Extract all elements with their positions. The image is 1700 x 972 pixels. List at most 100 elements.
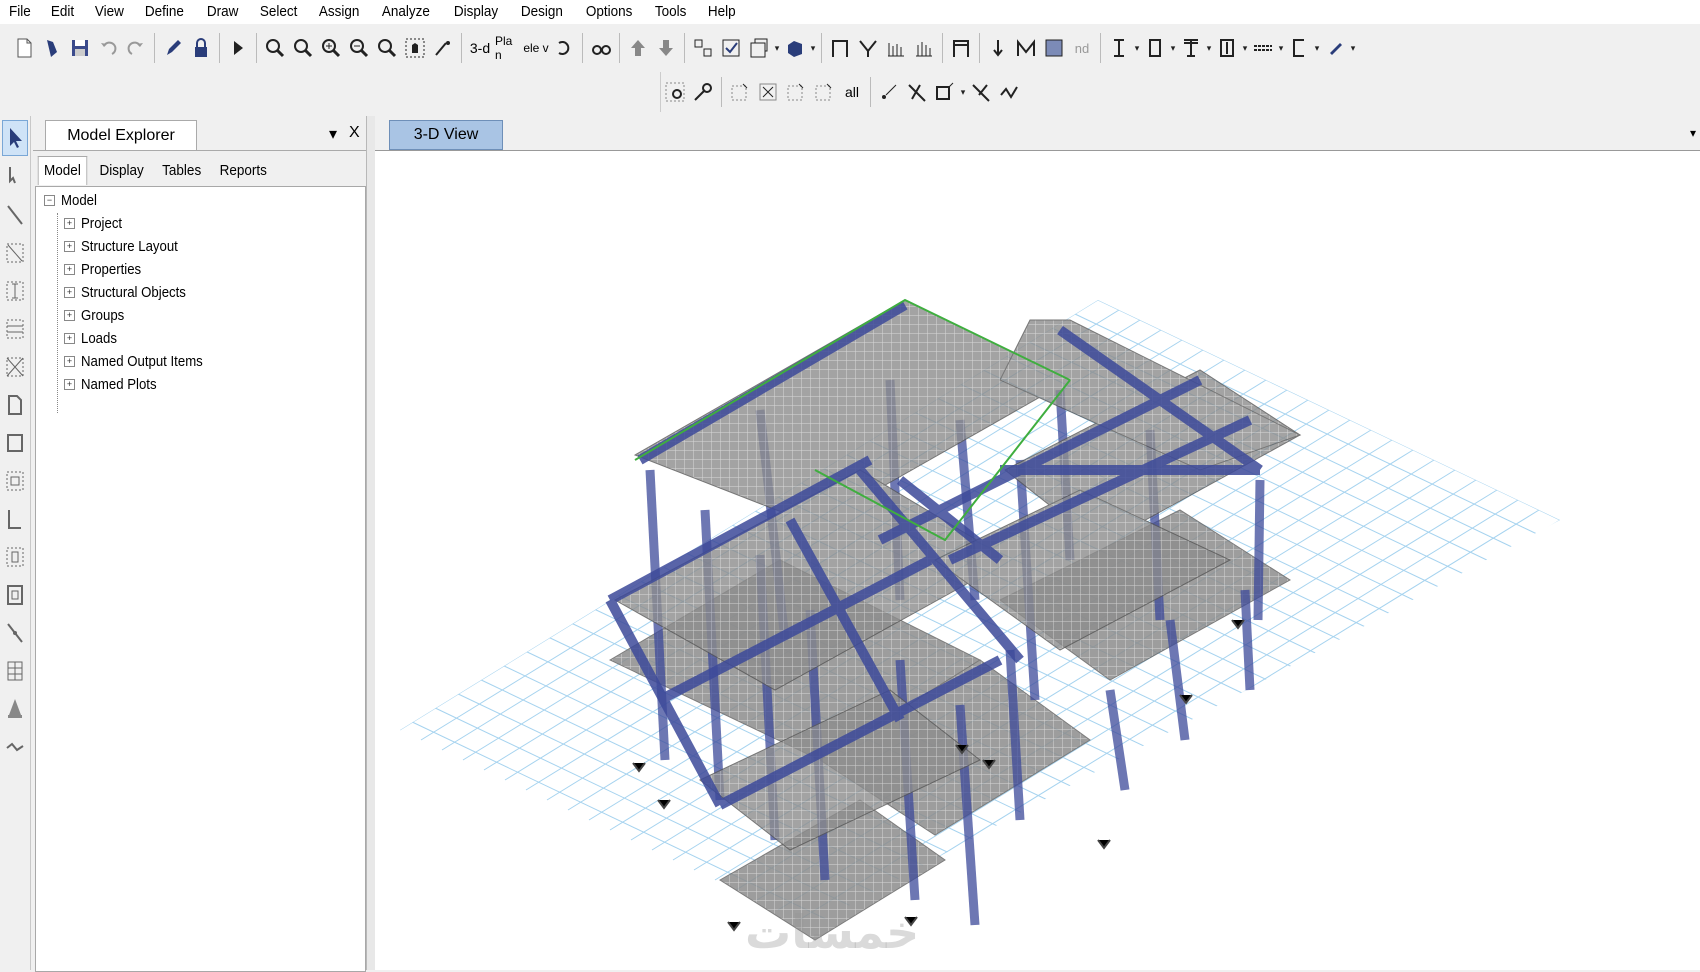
tab-display[interactable]: Display	[93, 156, 150, 186]
3d-viewport[interactable]	[375, 151, 1700, 970]
chevron-down-icon[interactable]: ▾	[1277, 43, 1285, 54]
chevron-down-icon[interactable]: ▾	[1205, 43, 1213, 54]
chevron-down-icon[interactable]: ▾	[1313, 43, 1321, 54]
select-grid-icon[interactable]	[662, 77, 688, 107]
expand-icon[interactable]: +	[64, 355, 75, 367]
select-all-button[interactable]: all	[839, 77, 865, 107]
draw-wall-icon[interactable]	[2, 502, 28, 536]
tree-item-project[interactable]: + Project	[64, 212, 128, 234]
pencil-icon[interactable]	[160, 33, 186, 63]
draw-section-cut-icon[interactable]	[2, 730, 28, 764]
draw-rectangular-floor-icon[interactable]	[2, 426, 28, 460]
plan-view-button[interactable]: Pla n	[495, 33, 521, 63]
collapse-icon[interactable]: −	[44, 194, 55, 206]
open-icon[interactable]	[39, 33, 65, 63]
draw-floor-icon[interactable]	[2, 388, 28, 422]
draw-opening-icon[interactable]	[2, 578, 28, 612]
zoom-rubber-band-icon[interactable]	[262, 33, 288, 63]
chevron-down-icon[interactable]: ▾	[1133, 43, 1141, 54]
tab-reports[interactable]: Reports	[214, 156, 274, 186]
tab-model[interactable]: Model	[37, 156, 88, 185]
menu-assign[interactable]: Assign	[309, 2, 369, 22]
reshape-icon[interactable]	[2, 160, 28, 194]
set-display-options-icon[interactable]	[718, 33, 744, 63]
shear-diagram-icon[interactable]	[883, 33, 909, 63]
tab-3d-view[interactable]: 3-D View	[389, 120, 503, 150]
menu-analyze[interactable]: Analyze	[372, 2, 440, 22]
snap-intersection-icon[interactable]	[904, 77, 930, 107]
menu-design[interactable]: Design	[511, 2, 573, 22]
intersecting-line-icon[interactable]	[690, 77, 716, 107]
deformed-shape-icon[interactable]	[948, 33, 974, 63]
object-shrink-icon[interactable]	[690, 33, 716, 63]
expand-icon[interactable]: +	[64, 378, 75, 390]
design-slab-icon[interactable]	[1322, 33, 1348, 63]
frame-icon[interactable]	[827, 33, 853, 63]
zoom-previous-icon[interactable]	[374, 33, 400, 63]
zoom-restore-icon[interactable]	[290, 33, 316, 63]
menu-select[interactable]: Select	[250, 2, 307, 22]
modal-shape-icon[interactable]	[1013, 33, 1039, 63]
tree-item-named-output-items[interactable]: + Named Output Items	[64, 350, 219, 372]
perspective-icon[interactable]	[588, 33, 614, 63]
show-extruded-icon[interactable]	[782, 33, 808, 63]
snap-midpoint-icon[interactable]	[968, 77, 994, 107]
reactions-icon[interactable]	[985, 33, 1011, 63]
pointer-icon[interactable]	[2, 120, 28, 156]
draw-joint-icon[interactable]	[2, 198, 28, 232]
undo-icon[interactable]	[95, 33, 121, 63]
run-analysis-icon[interactable]	[225, 33, 251, 63]
pan-icon[interactable]	[402, 33, 428, 63]
menu-help[interactable]: Help	[698, 2, 746, 22]
draw-column-icon[interactable]	[2, 274, 28, 308]
clear-selection-icon[interactable]	[755, 77, 781, 107]
zoom-in-icon[interactable]	[318, 33, 344, 63]
elevation-view-button[interactable]: ele v	[523, 33, 549, 63]
model-explorer-tab[interactable]: Model Explorer	[45, 120, 197, 151]
tree-item-groups[interactable]: + Groups	[64, 304, 130, 326]
design-wall-icon[interactable]	[1250, 33, 1276, 63]
menu-draw[interactable]: Draw	[197, 2, 248, 22]
snap-fine-grid-icon[interactable]	[996, 77, 1022, 107]
model-3d-canvas[interactable]	[375, 151, 1700, 970]
tree-item-properties[interactable]: + Properties	[64, 258, 149, 280]
draw-secondary-beam-icon[interactable]	[2, 312, 28, 346]
brace-icon[interactable]	[855, 33, 881, 63]
draw-link-icon[interactable]	[2, 616, 28, 650]
close-icon[interactable]: X	[349, 124, 360, 142]
expand-icon[interactable]: +	[64, 286, 75, 298]
draw-floor-click-icon[interactable]	[2, 464, 28, 498]
new-model-icon[interactable]	[11, 33, 37, 63]
contour-icon[interactable]	[1041, 33, 1067, 63]
menu-edit[interactable]: Edit	[41, 2, 84, 22]
chevron-down-icon[interactable]: ▾	[959, 87, 967, 98]
view-dropdown-icon[interactable]: ▾	[1690, 126, 1696, 140]
draw-dimension-icon[interactable]	[2, 692, 28, 726]
moment-diagram-icon[interactable]	[911, 33, 937, 63]
menu-tools[interactable]: Tools	[645, 2, 696, 22]
chevron-down-icon[interactable]: ▾	[809, 43, 817, 54]
snap-perpendicular-icon[interactable]	[932, 77, 958, 107]
draw-beam-icon[interactable]	[2, 236, 28, 270]
tab-tables[interactable]: Tables	[156, 156, 208, 186]
three-d-view-button[interactable]: 3-d	[467, 33, 493, 63]
design-steel-icon[interactable]	[1106, 33, 1132, 63]
chevron-down-icon[interactable]: ▾	[1241, 43, 1249, 54]
select-previous-icon[interactable]	[727, 77, 753, 107]
snap-point-icon[interactable]	[876, 77, 902, 107]
draw-wall-click-icon[interactable]	[2, 540, 28, 574]
expand-icon[interactable]: +	[64, 240, 75, 252]
design-shear-wall-icon[interactable]	[1286, 33, 1312, 63]
tree-root-model[interactable]: − Model	[44, 189, 102, 211]
save-icon[interactable]	[67, 33, 93, 63]
design-concrete-icon[interactable]	[1142, 33, 1168, 63]
nd-button[interactable]: nd	[1069, 33, 1095, 63]
draw-brace-icon[interactable]	[2, 350, 28, 384]
menu-options[interactable]: Options	[576, 2, 642, 22]
expand-icon[interactable]: +	[64, 263, 75, 275]
redo-icon[interactable]	[123, 33, 149, 63]
tree-item-structure-layout[interactable]: + Structure Layout	[64, 235, 191, 257]
expand-icon[interactable]: +	[64, 332, 75, 344]
chevron-down-icon[interactable]: ▾	[773, 43, 781, 54]
lock-icon[interactable]	[188, 33, 214, 63]
